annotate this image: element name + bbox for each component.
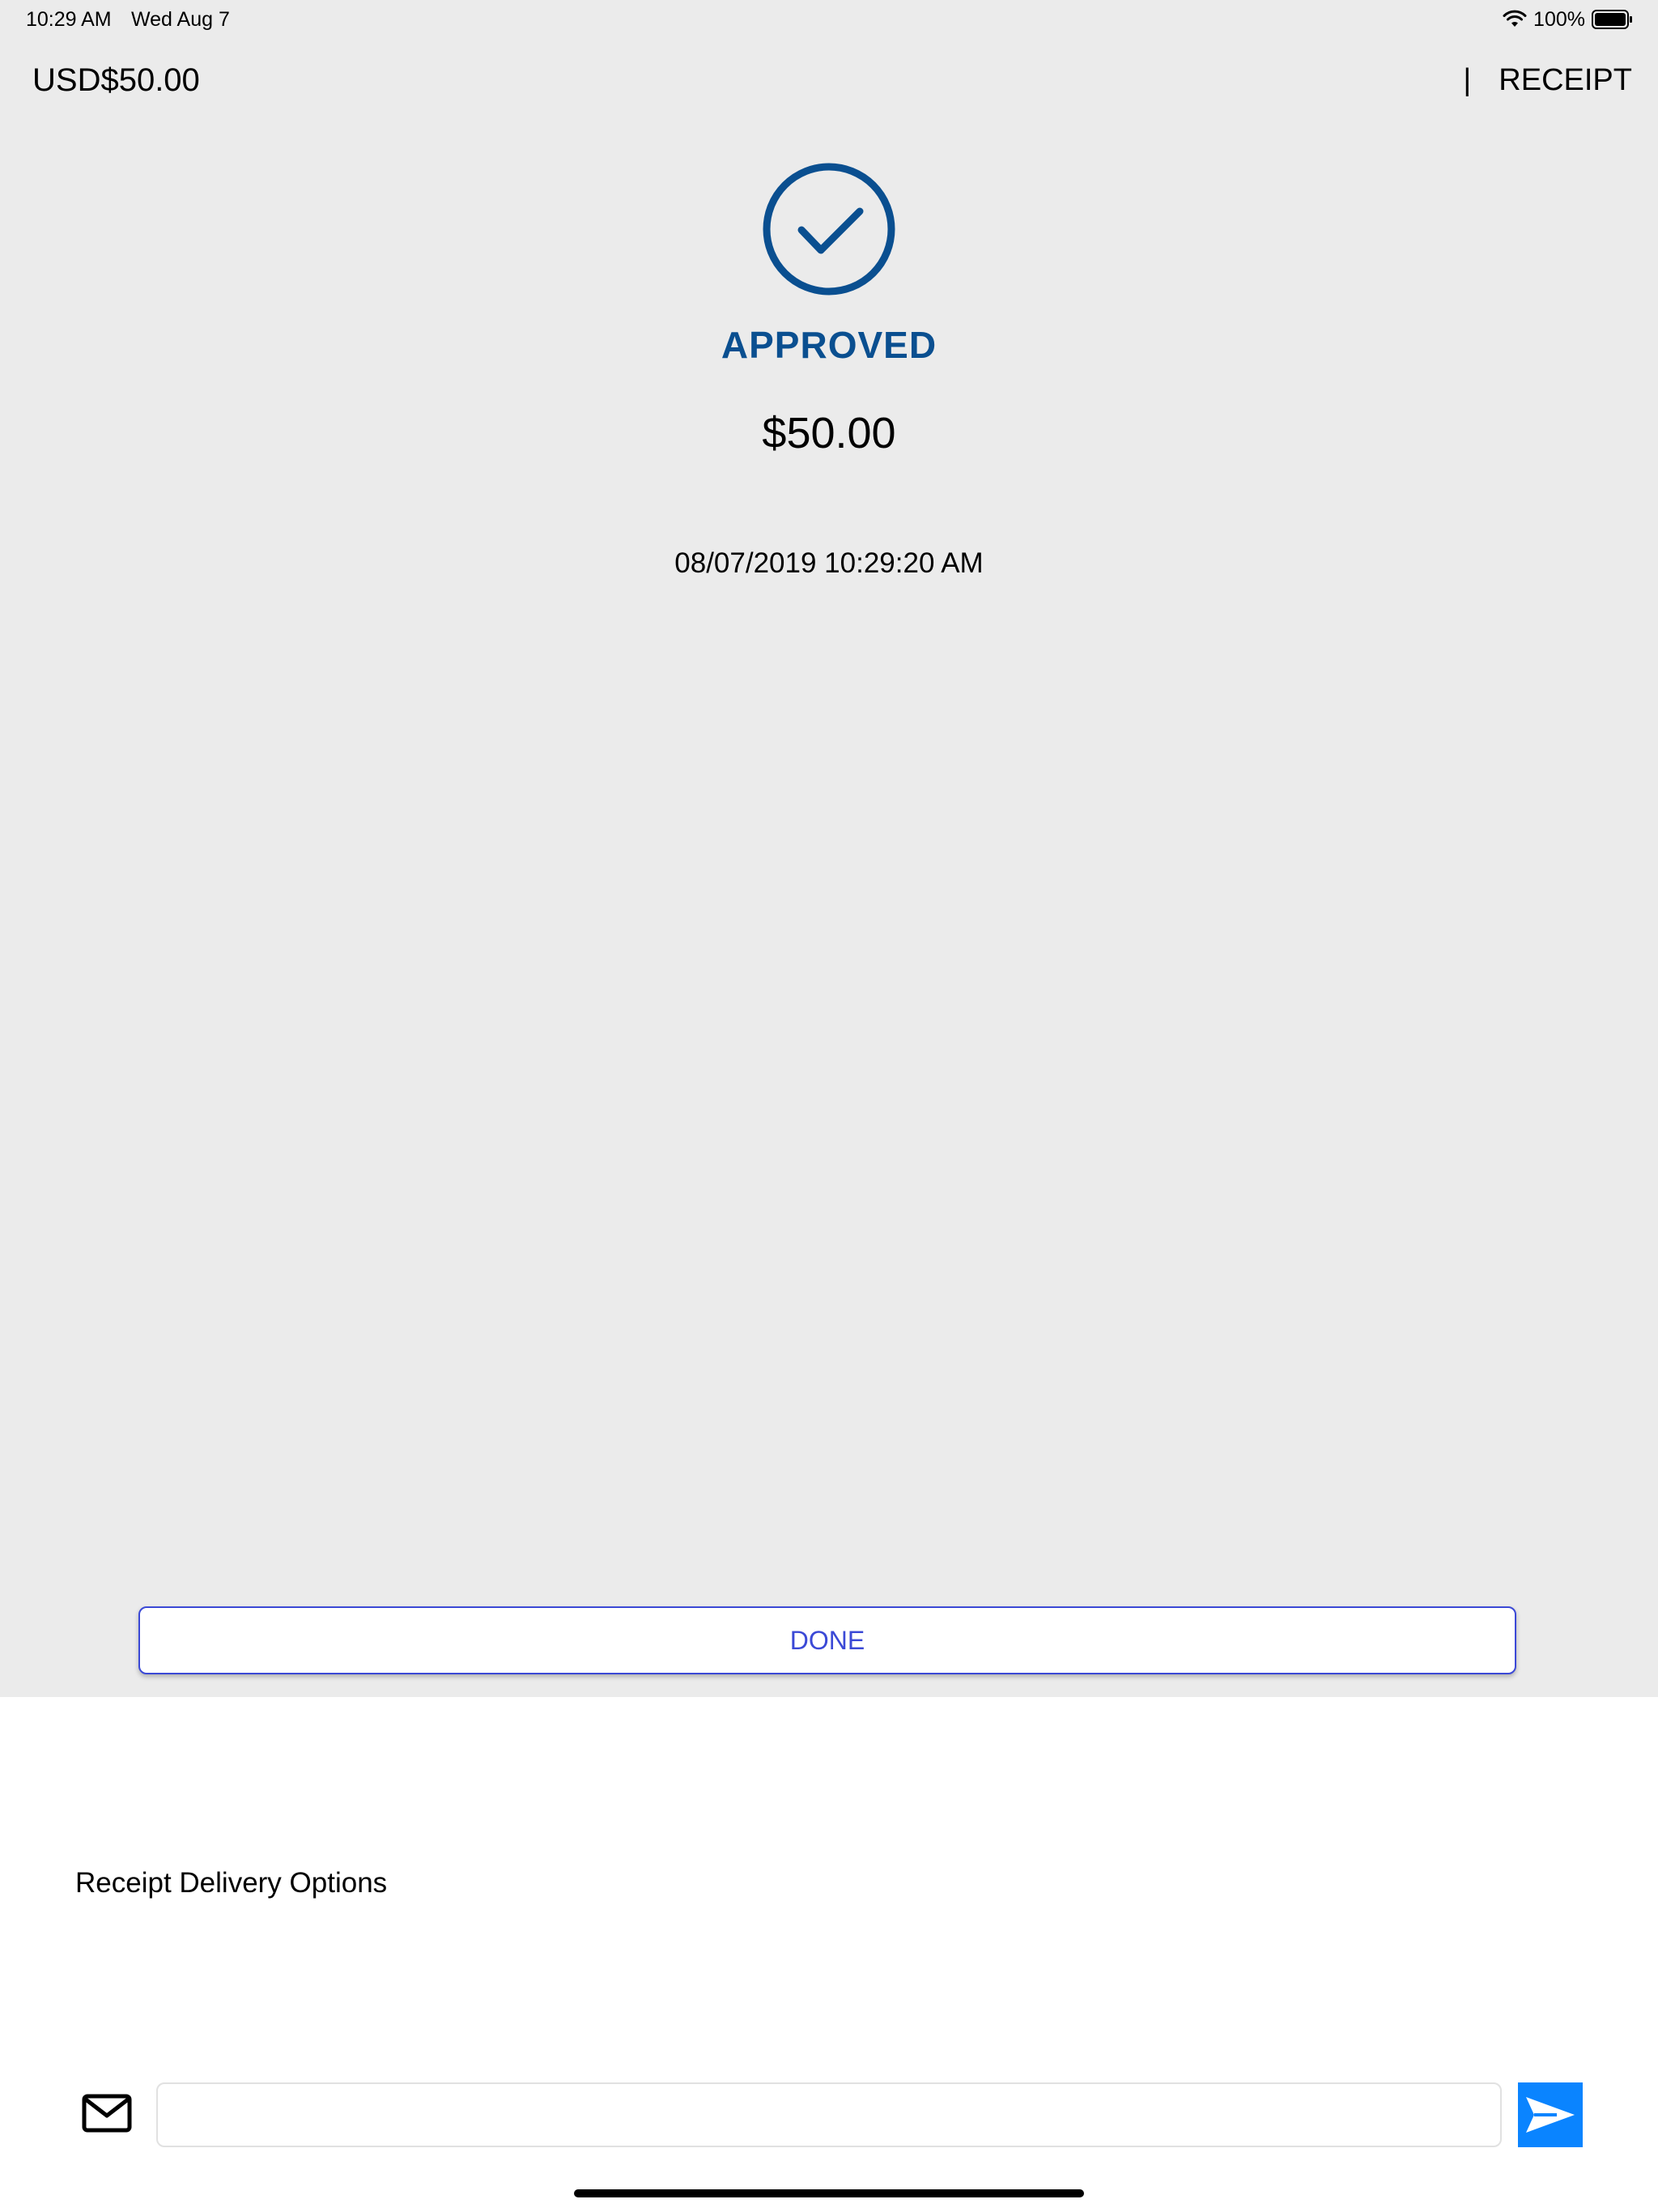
battery-icon [1592, 10, 1632, 29]
battery-percent: 100% [1533, 7, 1585, 31]
status-bar-time: 10:29 AM [26, 8, 112, 31]
receipt-screen: 10:29 AM Wed Aug 7 100% USD$50.00 | RECE… [0, 0, 1658, 2212]
receipt-delivery-title: Receipt Delivery Options [75, 1867, 388, 1899]
status-bar-right: 100% [1503, 6, 1634, 32]
send-icon [1526, 2097, 1575, 2133]
header-separator: | [1463, 63, 1472, 97]
wifi-icon [1503, 10, 1527, 27]
mail-icon [82, 2094, 132, 2133]
approval-status: APPROVED [721, 324, 937, 366]
receipt-link[interactable]: RECEIPT [1499, 60, 1632, 100]
checkmark-circle-icon [763, 163, 895, 296]
header-actions: | RECEIPT [1463, 60, 1632, 100]
transaction-timestamp: 08/07/2019 10:29:20 AM [674, 547, 984, 579]
status-bar-date: Wed Aug 7 [131, 8, 230, 31]
transaction-summary-panel: 10:29 AM Wed Aug 7 100% USD$50.00 | RECE… [0, 0, 1658, 1697]
done-button[interactable]: DONE [138, 1606, 1516, 1674]
email-input[interactable] [156, 2082, 1502, 2147]
home-indicator[interactable] [574, 2189, 1084, 2197]
send-button[interactable] [1518, 2082, 1583, 2147]
header-amount: USD$50.00 [32, 62, 200, 98]
transaction-amount: $50.00 [762, 409, 896, 457]
